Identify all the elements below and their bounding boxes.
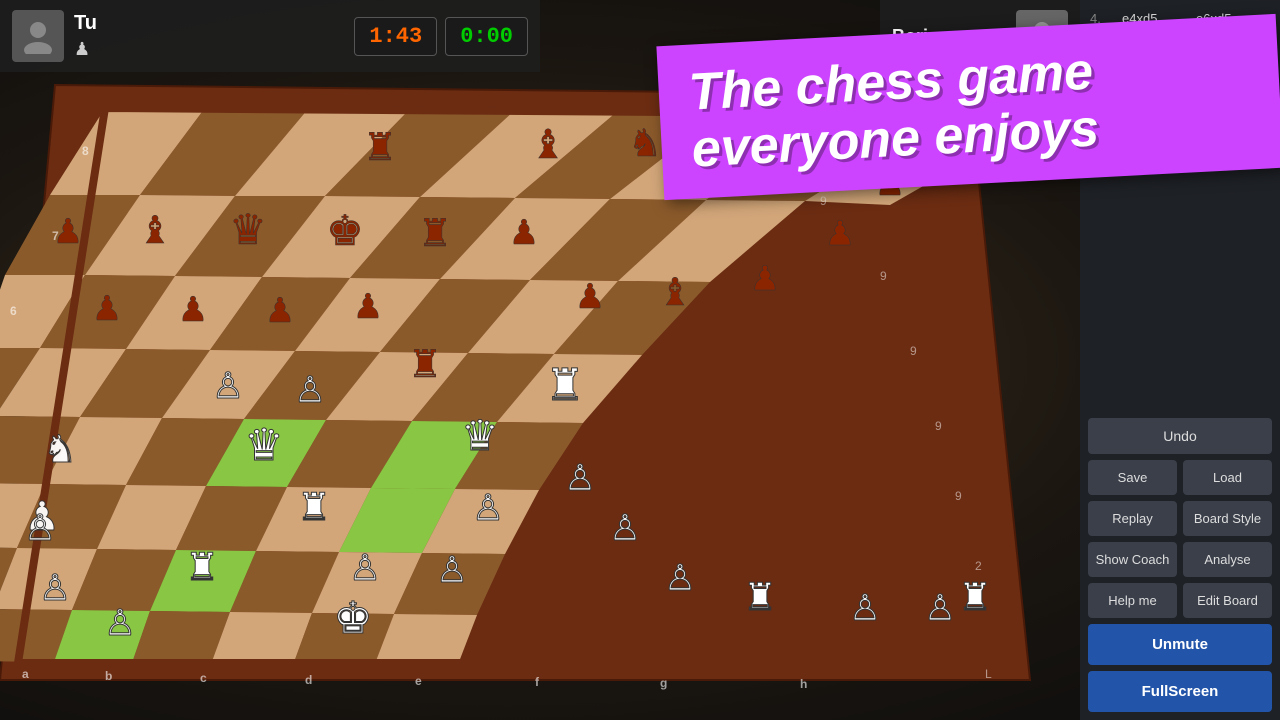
svg-text:♙: ♙ bbox=[564, 457, 596, 498]
svg-text:♟: ♟ bbox=[575, 278, 605, 316]
replay-boardstyle-row: Replay Board Style bbox=[1088, 501, 1272, 536]
svg-text:♟: ♟ bbox=[825, 215, 855, 253]
svg-text:♟: ♟ bbox=[265, 292, 295, 330]
svg-text:♟: ♟ bbox=[353, 288, 383, 326]
svg-text:8: 8 bbox=[82, 144, 89, 158]
svg-text:♟: ♟ bbox=[750, 260, 780, 298]
svg-text:♟: ♟ bbox=[178, 291, 208, 329]
svg-text:h: h bbox=[800, 677, 807, 691]
svg-text:♙: ♙ bbox=[924, 587, 956, 628]
promo-banner: The chess game everyone enjoys bbox=[656, 14, 1280, 201]
svg-text:♛: ♛ bbox=[461, 412, 499, 459]
undo-button[interactable]: Undo bbox=[1088, 418, 1272, 454]
timer-inactive: 0:00 bbox=[445, 17, 528, 56]
svg-text:♜: ♜ bbox=[297, 487, 331, 529]
svg-text:♝: ♝ bbox=[530, 123, 566, 167]
fullscreen-button[interactable]: FullScreen bbox=[1088, 671, 1272, 712]
svg-text:♝: ♝ bbox=[138, 210, 172, 252]
svg-text:9: 9 bbox=[880, 269, 887, 283]
svg-text:♙: ♙ bbox=[849, 587, 881, 628]
svg-text:♙: ♙ bbox=[24, 507, 56, 548]
svg-text:♙: ♙ bbox=[472, 487, 504, 528]
top-left-player-area: Tu ♟ 1:43 0:00 bbox=[0, 0, 540, 72]
svg-text:9: 9 bbox=[820, 194, 827, 208]
svg-text:♜: ♜ bbox=[418, 213, 452, 255]
svg-text:♙: ♙ bbox=[104, 602, 136, 643]
svg-text:♜: ♜ bbox=[958, 577, 992, 619]
svg-text:♚: ♚ bbox=[333, 594, 372, 643]
helpme-editboard-row: Help me Edit Board bbox=[1088, 583, 1272, 618]
analyse-button[interactable]: Analyse bbox=[1183, 542, 1272, 577]
svg-text:♙: ♙ bbox=[39, 567, 71, 608]
controls-area: Undo Save Load Replay Board Style Show C… bbox=[1080, 410, 1280, 720]
svg-text:♜: ♜ bbox=[743, 577, 777, 619]
svg-text:e: e bbox=[415, 674, 422, 688]
save-button[interactable]: Save bbox=[1088, 460, 1177, 495]
unmute-button[interactable]: Unmute bbox=[1088, 624, 1272, 665]
svg-text:L: L bbox=[985, 667, 992, 681]
svg-text:♜: ♜ bbox=[545, 361, 584, 410]
svg-text:♛: ♛ bbox=[229, 206, 267, 253]
svg-text:♙: ♙ bbox=[436, 549, 468, 590]
svg-text:♟: ♟ bbox=[92, 290, 122, 328]
svg-text:9: 9 bbox=[935, 419, 942, 433]
board-style-button[interactable]: Board Style bbox=[1183, 501, 1272, 536]
svg-text:♜: ♜ bbox=[185, 547, 219, 589]
svg-text:♛: ♛ bbox=[244, 421, 283, 470]
player-left-avatar bbox=[12, 10, 64, 62]
svg-text:♟: ♟ bbox=[509, 214, 539, 252]
help-me-button[interactable]: Help me bbox=[1088, 583, 1177, 618]
svg-text:♙: ♙ bbox=[294, 369, 326, 410]
svg-text:c: c bbox=[200, 671, 207, 685]
load-button[interactable]: Load bbox=[1183, 460, 1272, 495]
player-left-info: Tu ♟ bbox=[74, 12, 97, 60]
svg-text:♚: ♚ bbox=[326, 207, 364, 254]
svg-text:♞: ♞ bbox=[43, 429, 77, 471]
show-coach-button[interactable]: Show Coach bbox=[1088, 542, 1177, 577]
svg-text:♜: ♜ bbox=[363, 127, 397, 169]
svg-text:♙: ♙ bbox=[349, 547, 381, 588]
svg-text:g: g bbox=[660, 676, 667, 690]
coach-analyse-row: Show Coach Analyse bbox=[1088, 542, 1272, 577]
svg-text:9: 9 bbox=[910, 344, 917, 358]
timer-active: 1:43 bbox=[354, 17, 437, 56]
player-left-name: Tu bbox=[74, 12, 97, 35]
svg-text:♟: ♟ bbox=[53, 213, 83, 251]
svg-text:2: 2 bbox=[975, 559, 982, 573]
player-left-pawn: ♟ bbox=[74, 39, 97, 60]
timer-area: 1:43 0:00 bbox=[354, 17, 528, 56]
svg-text:a: a bbox=[22, 667, 29, 681]
svg-text:b: b bbox=[105, 669, 112, 683]
svg-text:9: 9 bbox=[955, 489, 962, 503]
svg-text:♝: ♝ bbox=[658, 272, 692, 314]
svg-text:♙: ♙ bbox=[212, 365, 244, 406]
svg-text:♙: ♙ bbox=[609, 507, 641, 548]
svg-text:6: 6 bbox=[10, 304, 17, 318]
svg-text:♞: ♞ bbox=[628, 123, 662, 165]
svg-text:d: d bbox=[305, 673, 312, 687]
svg-text:♜: ♜ bbox=[408, 344, 442, 386]
save-load-row: Save Load bbox=[1088, 460, 1272, 495]
replay-button[interactable]: Replay bbox=[1088, 501, 1177, 536]
svg-text:♙: ♙ bbox=[664, 557, 696, 598]
edit-board-button[interactable]: Edit Board bbox=[1183, 583, 1272, 618]
